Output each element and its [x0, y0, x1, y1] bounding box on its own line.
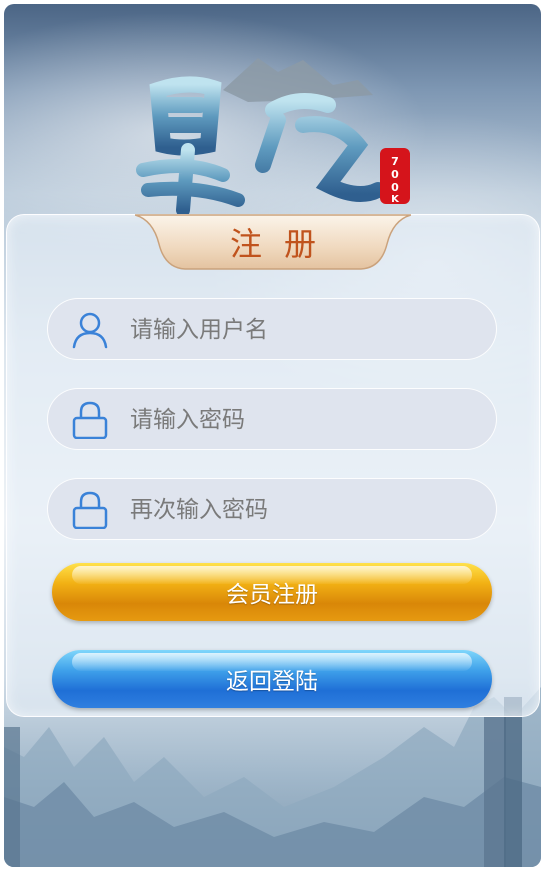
seal-text: 7 [391, 155, 399, 168]
username-field[interactable] [47, 298, 497, 361]
back-button-label: 返回登陆 [226, 669, 318, 695]
lock-icon [72, 401, 108, 439]
svg-text:0: 0 [391, 181, 399, 194]
confirm-password-input[interactable] [128, 479, 472, 541]
password-input[interactable] [128, 389, 472, 451]
username-input[interactable] [128, 299, 472, 361]
lock-icon [72, 491, 108, 529]
register-button[interactable]: 会员注册 [52, 563, 492, 621]
svg-text:0: 0 [391, 168, 399, 181]
kunlun-logo: 7 0 0 K [136, 58, 410, 217]
user-icon [72, 312, 108, 349]
page-title: 注册 [229, 225, 338, 263]
register-panel [6, 214, 540, 717]
confirm-password-field[interactable] [47, 478, 497, 541]
register-button-label: 会员注册 [226, 582, 318, 608]
back-to-login-button[interactable]: 返回登陆 [52, 650, 492, 708]
password-field[interactable] [47, 388, 497, 451]
svg-text:K: K [391, 194, 400, 205]
